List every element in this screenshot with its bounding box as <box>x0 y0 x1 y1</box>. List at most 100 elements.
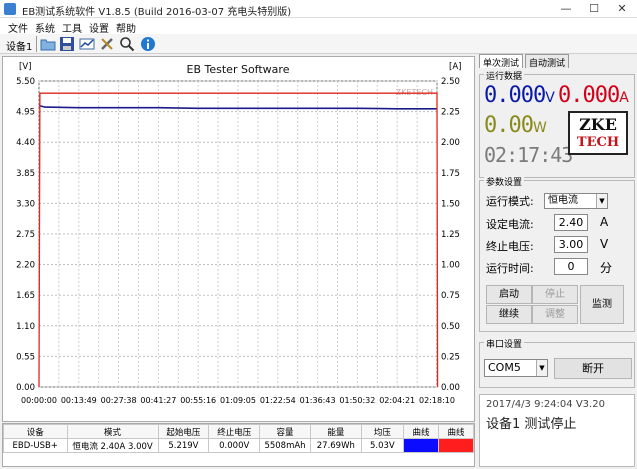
current-value: 0.000 <box>558 83 620 108</box>
cell-capacity: 5508mAh <box>259 438 311 453</box>
y-right-tick-label: 2.00 <box>441 138 460 148</box>
run-time-unit: 分 <box>600 261 613 275</box>
set-current-input[interactable]: 2.40 <box>554 214 588 231</box>
adjust-button[interactable]: 调整 <box>532 305 578 324</box>
start-button[interactable]: 启动 <box>486 285 532 304</box>
chart-panel: 5.50 2.50 4.95 2.25 4.40 2.00 3.85 1.75 3.30 1.50… <box>2 56 475 422</box>
elapsed-time-readout: 02:17:43 <box>484 143 573 167</box>
run-time-input[interactable]: 0 <box>554 258 588 275</box>
continue-button[interactable]: 继续 <box>486 305 532 324</box>
mode-label: 运行模式: <box>486 195 534 208</box>
save-icon[interactable] <box>59 36 75 52</box>
serial-title: 串口设置 <box>484 337 525 350</box>
y-left-tick-label: 1.65 <box>16 291 35 301</box>
params-group: 参数设置 运行模式: 恒电流 ▼ 设定电流: 2.40 A 终止电压: 3.00… <box>479 175 635 332</box>
header-stop-voltage: 终止电压 <box>208 424 261 439</box>
status-message: 设备1 测试停止 <box>486 417 577 432</box>
y-right-tick-label: 2.25 <box>441 108 460 118</box>
y-left-tick-label: 4.40 <box>16 138 35 148</box>
y-left-tick-label: 1.10 <box>16 322 35 332</box>
params-title: 参数设置 <box>484 175 525 188</box>
mode-select-value: 恒电流 <box>548 195 578 206</box>
header-energy: 能量 <box>309 424 362 439</box>
chart-icon[interactable] <box>79 36 95 52</box>
status-box: 2017/4/3 9:24:04 V3.20 设备1 测试停止 <box>479 394 635 467</box>
folder-open-icon[interactable] <box>40 36 56 52</box>
run-data-group: 运行数据 0.000V 0.000A 0.00W 02:17:43 ZKE TE… <box>479 69 635 178</box>
com-port-select[interactable]: COM5 ▼ <box>484 359 548 377</box>
search-icon[interactable] <box>119 36 135 52</box>
info-icon[interactable] <box>140 36 156 52</box>
power-readout: 0.00W <box>484 113 547 138</box>
x-tick-label: 00:00:00 <box>21 396 57 405</box>
stop-voltage-label: 终止电压: <box>486 240 534 253</box>
x-tick-label: 02:04:21 <box>379 396 415 405</box>
logo-text-tech: TECH <box>576 135 620 150</box>
serial-group: 串口设置 COM5 ▼ 断开 <box>479 337 635 388</box>
monitor-button[interactable]: 监测 <box>580 285 624 324</box>
minimize-button[interactable]: — <box>552 1 580 17</box>
disconnect-button[interactable]: 断开 <box>554 358 632 379</box>
current-unit: A <box>619 90 629 106</box>
voltage-readout: 0.000V <box>484 83 555 108</box>
x-tick-label: 01:22:54 <box>260 396 296 405</box>
y-left-tick-label: 5.50 <box>16 77 35 87</box>
table-header-row: 设备 模式 起始电压 终止电压 容量 能量 均压 曲线 曲线 <box>3 424 475 439</box>
curve-color-red[interactable] <box>437 438 475 453</box>
tools-icon[interactable] <box>99 36 115 52</box>
header-start-voltage: 起始电压 <box>157 424 210 439</box>
stop-button[interactable]: 停止 <box>532 285 578 304</box>
cell-stop-voltage: 0.000V <box>208 438 261 453</box>
header-curve-2: 曲线 <box>437 424 475 439</box>
y-left-tick-label: 0.55 <box>16 352 35 362</box>
y-right-tick-label: 1.75 <box>441 169 460 179</box>
device-label[interactable]: 设备1 <box>6 38 32 53</box>
y-right-tick-label: 1.00 <box>441 261 460 271</box>
tab-single-test[interactable]: 单次测试 <box>479 54 524 69</box>
header-capacity: 容量 <box>259 424 311 439</box>
voltage-current-chart: 5.50 2.50 4.95 2.25 4.40 2.00 3.85 1.75 3.30 1.50… <box>16 62 461 405</box>
title-bar: EB测试系统软件 V1.8.5 (Build 2016-03-07 充电头特别版… <box>0 0 637 18</box>
logo-text-zke: ZKE <box>579 115 617 134</box>
current-readout: 0.000A <box>558 83 629 108</box>
y-left-tick-label: 2.75 <box>16 230 35 240</box>
y-left-tick-label: 2.20 <box>16 261 35 271</box>
maximize-button[interactable]: ☐ <box>580 1 608 17</box>
power-value: 0.00 <box>484 113 534 138</box>
voltage-unit: V <box>545 90 555 106</box>
table-row[interactable]: EBD-USB+ 恒电流 2.40A 3.00V 5.219V 0.000V 5… <box>3 438 475 453</box>
x-tick-label: 00:27:38 <box>101 396 137 405</box>
x-tick-label: 00:13:49 <box>61 396 97 405</box>
cell-start-voltage: 5.219V <box>157 438 210 453</box>
x-tick-label: 00:41:27 <box>140 396 176 405</box>
mode-select[interactable]: 恒电流 ▼ <box>544 193 608 209</box>
menu-settings[interactable]: 设置 <box>89 20 109 35</box>
chart-watermark: ZKETECH <box>396 88 433 97</box>
zketech-logo: ZKE TECH <box>568 111 628 155</box>
y-right-unit: [A] <box>449 62 461 72</box>
x-tick-label: 02:18:10 <box>419 396 455 405</box>
cell-device: EBD-USB+ <box>3 438 68 453</box>
set-current-label: 设定电流: <box>486 218 534 231</box>
control-panel: 单次测试 自动测试 运行数据 0.000V 0.000A 0.00W 02:17… <box>477 52 637 469</box>
tab-auto-test[interactable]: 自动测试 <box>525 54 570 69</box>
menu-system[interactable]: 系统 <box>35 20 55 35</box>
y-right-tick-label: 1.25 <box>441 230 460 240</box>
y-right-tick-label: 0.75 <box>441 291 460 301</box>
menu-file[interactable]: 文件 <box>8 20 28 35</box>
app-icon <box>4 3 16 15</box>
close-button[interactable]: ✕ <box>608 1 636 17</box>
com-port-value: COM5 <box>488 361 521 374</box>
y-right-tick-label: 1.50 <box>441 199 460 209</box>
toolbar: 设备1 <box>0 34 637 54</box>
menu-tools[interactable]: 工具 <box>62 20 82 35</box>
header-avg-voltage: 均压 <box>360 424 405 439</box>
curve-color-blue[interactable] <box>403 438 439 453</box>
set-current-unit: A <box>600 215 609 229</box>
y-left-tick-label: 3.30 <box>16 199 35 209</box>
status-timestamp: 2017/4/3 9:24:04 V3.20 <box>486 399 605 410</box>
stop-voltage-unit: V <box>600 237 609 251</box>
menu-help[interactable]: 帮助 <box>116 20 136 35</box>
window-title: EB测试系统软件 V1.8.5 (Build 2016-03-07 充电头特别版… <box>22 7 292 18</box>
stop-voltage-input[interactable]: 3.00 <box>554 236 588 253</box>
